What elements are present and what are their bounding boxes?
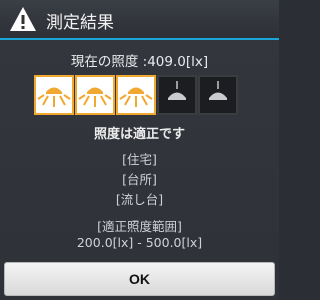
ok-button[interactable]: OK [4,262,275,296]
tag-residence: [住宅] [122,152,157,167]
illuminance-rating [34,75,245,119]
range-value: 200.0[lx] - 500.0[lx] [76,235,203,250]
tag-kitchen: [台所] [122,172,157,187]
lamp-on-icon [75,75,115,115]
warning-icon [10,7,36,31]
dialog-title: 測定結果 [46,13,114,33]
lamp-on-icon [116,75,156,115]
tag-sink: [流し台] [115,192,164,207]
current-illuminance: 現在の照度 :409.0[lx] [70,54,209,70]
location-tags: [住宅] [台所] [流し台] [0,150,279,210]
title-bar: 測定結果 [0,0,279,38]
lamp-on-icon [34,75,74,115]
lamp-off-icon [157,75,197,115]
lamp-off-icon [198,75,238,115]
result-dialog: 測定結果 現在の照度 :409.0[lx] 照度は適正です [住宅] [台所] … [0,0,279,300]
status-message: 照度は適正です [93,127,185,142]
range-title: [適正照度範囲] [97,219,182,234]
